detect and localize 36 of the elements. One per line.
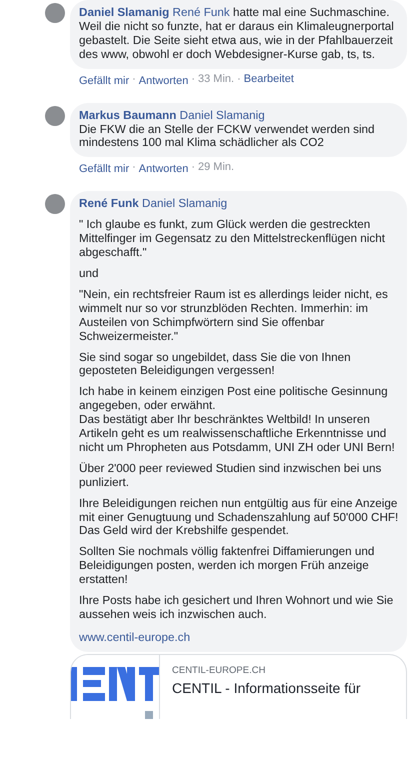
author-link[interactable]: Markus Baumann xyxy=(79,108,176,122)
avatar[interactable] xyxy=(45,3,65,23)
action-link[interactable]: Gefällt mir xyxy=(79,74,130,87)
mention-link[interactable]: Daniel Slamanig xyxy=(142,197,228,210)
timestamp: 33 Min. xyxy=(198,72,234,87)
mention-link[interactable]: Daniel Slamanig xyxy=(180,108,265,122)
separator: · xyxy=(132,161,136,176)
comment-text: " Ich glaube es funkt, zum Glück werden die gestreckten Mittelfinger im Gegensatz zu den Mittelstreckenflügen nicht abgeschafft." xyxy=(79,218,386,260)
author-link[interactable]: René Funk xyxy=(79,197,139,210)
comment-text: Markus Baumann Daniel Slamanig Die FKW die an Stelle der FCKW verwendet werden sind mindestens 100 mal Klima schädlicher als CO2 xyxy=(79,108,376,150)
avatar[interactable] xyxy=(45,106,65,126)
action-link[interactable]: Antworten xyxy=(138,74,188,87)
timestamp: 29 Min. xyxy=(198,161,234,176)
separator: · xyxy=(237,72,241,87)
comment-text: und xyxy=(79,266,100,281)
link-domain: CENTIL-EUROPE.CH xyxy=(172,664,266,676)
comment-text: Daniel Slamanig René Funk hatte mal eine Suchmaschine. Weil die nicht so funzte, hat er daraus ein Klimaleugnerportal gebastelt. Die Seite sieht etwa aus, wie in der Pfahlbauerzeit des www, obwohl er doch Webdesigner-Kurse gab, ts, ts. xyxy=(79,6,395,62)
comment-text: Ihre Posts habe ich gesichert und Ihren Wohnort und wie Sie aussehen weis ich inzwischen auch. xyxy=(79,594,394,622)
comment-text: Ich habe in keinem einzigen Post eine politische Gesinnung angegeben, oder erwähnt. Das bestätigt aber Ihr beschränktes Weltbild! In unseren Artikeln geht es um realwissenschaftliche Erkenntnisse und nicht um Phropheten aus Potsdamm, UNI ZH oder UNI Bern! xyxy=(79,385,396,455)
action-link[interactable]: Antworten xyxy=(138,163,188,176)
link-preview-card[interactable]: CENTIL-EUROPE.CH CENTIL - Informationsseite für xyxy=(70,654,407,719)
mention-link[interactable]: René Funk xyxy=(172,6,230,19)
link-title[interactable]: CENTIL - Informationsseite für xyxy=(172,680,361,697)
action-link[interactable]: Gefällt mir xyxy=(79,163,130,176)
comment-text: Über 2'000 peer reviewed Studien sind inzwischen bei uns punliziert. xyxy=(79,462,382,490)
avatar[interactable] xyxy=(45,194,65,214)
comment-text: "Nein, ein rechtsfreier Raum ist es allerdings leider nicht, es wimmelt nur so vor strunzblöden Rechten. Immerhin: im Austeilen von Schimpfwörtern sind Sie offenbar Schweizermeister." xyxy=(79,288,389,344)
separator: · xyxy=(191,161,195,176)
comment-text: Sollten Sie nochmals völlig faktenfrei Diffamierungen und Beleidigungen posten, werden ich morgen Früh anzeige erstatten! xyxy=(79,545,376,588)
edited-label: Bearbeitet xyxy=(244,72,294,87)
separator: · xyxy=(132,72,136,87)
author-link[interactable]: Daniel Slamanig xyxy=(79,6,170,19)
website-link[interactable]: www.centil-europe.ch xyxy=(79,630,190,645)
comment-text: Ihre Beleidigungen reichen nun entgültig aus für eine Anzeige mit einer Genugtuung und Schadenszahlung auf 50'000 CHF! Das Geld wird der Krebshilfe gespendet. xyxy=(79,496,399,538)
comment-text: Sie sind sogar so ungebildet, dass Sie die von Ihnen geposteten Beleidigungen vergessen! xyxy=(79,350,352,378)
separator: · xyxy=(191,72,195,87)
